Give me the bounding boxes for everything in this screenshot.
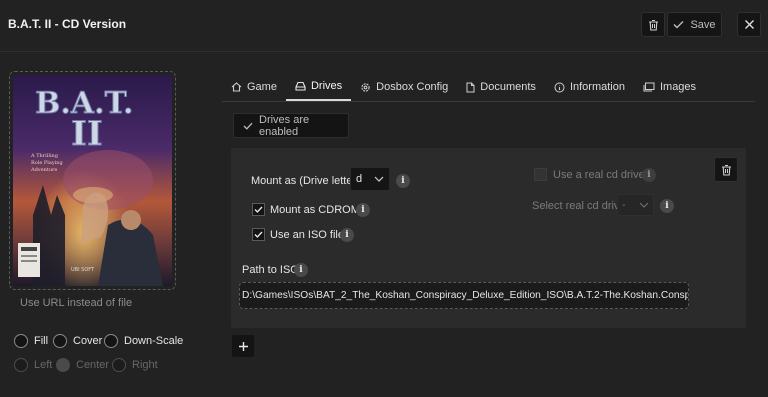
close-icon [744,19,755,30]
radio-circle[interactable] [14,358,28,372]
align-right-radio[interactable]: Right [112,358,158,372]
images-icon [643,82,655,92]
align-center-label: Center [76,359,110,371]
plus-icon [238,341,249,352]
cover-drop-zone[interactable]: B.A.T. II A Thrilling Role Playing Adven… [9,71,176,290]
info-circle-icon [554,82,565,93]
cover-image: B.A.T. II A Thrilling Role Playing Adven… [13,75,172,286]
mount-as-label: Mount as (Drive letter) [251,175,360,187]
align-left-radio[interactable]: Left [14,358,52,372]
trash-icon [648,19,659,31]
use-url-link[interactable]: Use URL instead of file [20,297,132,309]
radio-circle[interactable] [104,334,118,348]
path-to-iso-label: Path to ISO [242,264,299,276]
save-label: Save [690,18,716,31]
fit-cover-label: Cover [73,335,103,347]
drive-icon [295,81,306,91]
svg-text:A Thrilling: A Thrilling [30,153,59,159]
header-divider [0,51,768,52]
gear-icon [360,82,371,93]
tab-drives[interactable]: Drives [285,73,352,101]
radio-circle[interactable] [112,358,126,372]
select-real-cd-label: Select real cd drive [532,200,626,212]
svg-text:Adventure: Adventure [30,167,57,173]
use-iso-label: Use an ISO file [270,229,344,241]
tab-bar: Game Drives Dosbox Config Documents Info… [222,73,755,102]
tab-images[interactable]: Images [634,73,705,101]
fit-downscale-label: Down-Scale [124,335,184,347]
real-cd-select[interactable]: - [617,194,654,216]
use-iso-checkbox[interactable] [252,228,265,241]
iso-path-field[interactable]: D:\Games\ISOs\BAT_2_The_Koshan_Conspirac… [239,282,689,309]
check-icon [254,231,263,238]
svg-text:II: II [71,114,103,154]
radio-circle[interactable] [56,358,70,372]
document-icon [466,82,475,93]
info-icon[interactable]: i [396,174,410,188]
add-drive-button[interactable] [232,335,254,357]
mount-as-cdrom-checkbox[interactable] [252,203,265,216]
use-real-cd-label: Use a real cd drive? [553,169,651,181]
info-icon[interactable]: i [294,263,308,277]
tab-information[interactable]: Information [545,73,634,101]
tab-label: Information [569,81,625,93]
save-button[interactable]: Save [667,12,722,37]
chevron-down-icon [374,176,384,182]
info-icon[interactable]: i [340,228,354,242]
tab-label: Dosbox Config [376,81,449,93]
check-icon [243,122,253,130]
tab-label: Game [247,81,277,93]
tab-label: Images [659,81,697,93]
info-icon[interactable]: i [642,168,656,182]
real-cd-value: - [622,199,626,211]
use-real-cd-checkbox[interactable] [534,168,547,181]
drive-letter-value: d [356,173,363,185]
tab-documents[interactable]: Documents [457,73,545,101]
align-center-radio[interactable]: Center [56,358,109,372]
radio-circle[interactable] [14,334,28,348]
svg-text:Role Playing: Role Playing [31,160,64,166]
svg-text:UBI SOFT: UBI SOFT [71,267,95,273]
tab-dosbox-config[interactable]: Dosbox Config [351,73,457,101]
chevron-down-icon [639,202,649,208]
align-left-label: Left [34,359,53,371]
drives-enabled-toggle[interactable]: Drives are enabled [233,113,349,138]
fit-fill-radio[interactable]: Fill [14,334,48,348]
tab-label: Documents [480,81,536,93]
check-icon [254,206,263,213]
align-right-label: Right [132,359,158,371]
fit-cover-radio[interactable]: Cover [53,334,102,348]
app-title: B.A.T. II - CD Version [8,17,127,31]
fit-downscale-radio[interactable]: Down-Scale [104,334,183,348]
trash-icon [721,164,732,176]
close-button[interactable] [737,12,761,37]
fit-fill-label: Fill [34,335,49,347]
mount-as-cdrom-label: Mount as CDROM [270,204,360,216]
delete-game-button[interactable] [641,12,665,37]
tab-label: Drives [310,80,343,92]
info-icon[interactable]: i [356,203,370,217]
delete-drive-button[interactable] [714,157,738,182]
home-icon [231,82,242,92]
info-icon[interactable]: i [660,199,674,213]
radio-circle[interactable] [53,334,67,348]
drive-letter-select[interactable]: d [350,167,390,191]
check-icon [673,20,684,29]
drives-enabled-label: Drives are enabled [259,113,310,138]
tab-game[interactable]: Game [222,73,286,101]
